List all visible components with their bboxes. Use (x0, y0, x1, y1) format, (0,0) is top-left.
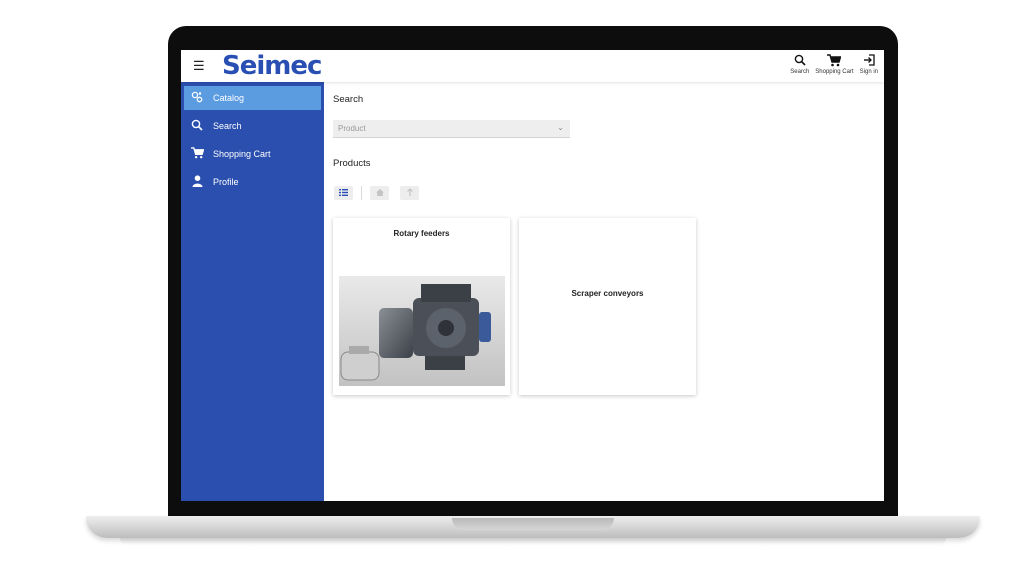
sidebar-item-profile[interactable]: Profile (184, 170, 321, 194)
up-arrow-icon (406, 188, 413, 198)
product-card-title: Rotary feeders (393, 229, 450, 238)
product-filter-placeholder: Product (338, 124, 366, 133)
home-button[interactable] (370, 186, 389, 200)
list-view-button[interactable] (334, 186, 353, 200)
hamburger-icon[interactable]: ☰ (193, 59, 205, 73)
cart-button[interactable]: Shopping Cart (815, 54, 854, 76)
sidebar-item-search[interactable]: Search (184, 114, 321, 138)
laptop-shadow (120, 538, 946, 546)
sidebar-item-catalog[interactable]: Catalog (184, 86, 321, 110)
laptop-notch (452, 518, 614, 530)
search-icon (185, 119, 209, 134)
main-content: Search Product ⌄ Products Rotary feeders (324, 82, 884, 501)
profile-icon (185, 174, 209, 190)
cart-button-label: Shopping Cart (815, 69, 854, 75)
products-section-title: Products (333, 158, 371, 169)
search-icon (794, 54, 806, 69)
sidebar-item-label: Profile (213, 177, 239, 187)
sidebar-item-label: Catalog (213, 93, 245, 103)
search-button-label: Search (790, 69, 810, 75)
toolbar-divider (361, 186, 362, 200)
sidebar-item-label: Shopping Cart (213, 149, 271, 159)
sidebar: Catalog Search Shopping Cart Profile (181, 82, 324, 501)
search-section-title: Search (333, 94, 364, 105)
app-screen: ☰ Seimec Search Shopping Cart Sign in Ca… (181, 50, 884, 501)
product-filter-select[interactable]: Product ⌄ (333, 120, 570, 138)
catalog-icon (185, 91, 209, 106)
sidebar-item-shopping-cart[interactable]: Shopping Cart (184, 142, 321, 166)
cart-icon (185, 146, 209, 162)
sign-in-button-label: Sign in (859, 69, 878, 75)
top-bar: ☰ Seimec Search Shopping Cart Sign in (181, 50, 884, 82)
logo[interactable]: Seimec (222, 51, 322, 81)
product-card-title: Scraper conveyors (571, 289, 644, 298)
home-icon (375, 188, 384, 198)
chevron-down-icon: ⌄ (557, 123, 564, 132)
cart-icon (827, 54, 842, 69)
product-card-scraper-conveyors[interactable]: Scraper conveyors (519, 218, 696, 395)
sign-in-button[interactable]: Sign in (860, 54, 878, 76)
sign-in-icon (863, 54, 875, 69)
rotary-feeder-image (339, 276, 505, 386)
product-card-rotary-feeders[interactable]: Rotary feeders (333, 218, 510, 395)
top-actions: Search Shopping Cart Sign in (790, 54, 878, 76)
search-button[interactable]: Search (790, 54, 809, 76)
list-view-icon (339, 188, 348, 198)
up-button[interactable] (400, 186, 419, 200)
sidebar-item-label: Search (213, 121, 242, 131)
